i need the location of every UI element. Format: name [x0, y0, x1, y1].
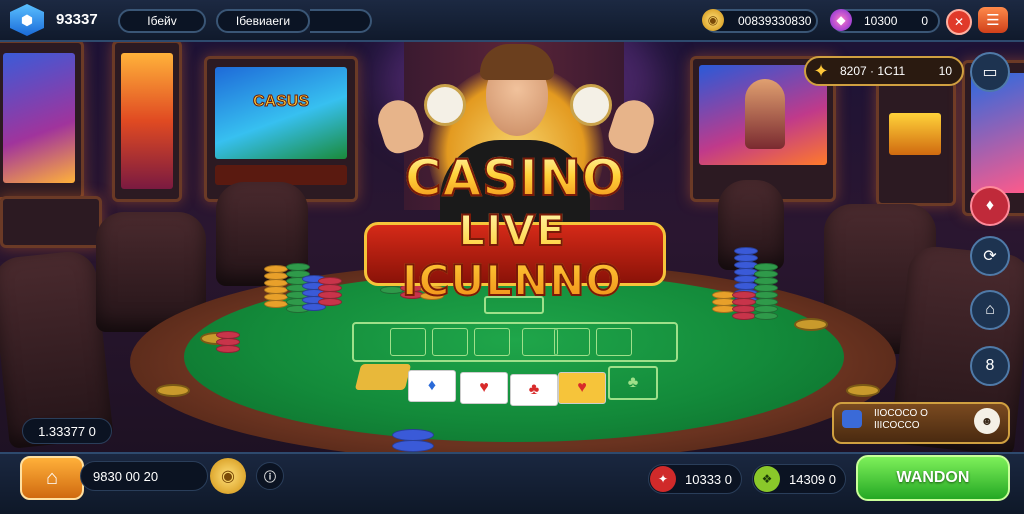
gem-amount: 10300: [864, 14, 898, 28]
playing-card[interactable]: ♦: [408, 370, 456, 402]
home-icon[interactable]: ⌂: [20, 456, 84, 500]
gold-amount: 00839330830: [738, 14, 812, 28]
chips-balance: 9830 00 20: [80, 461, 208, 491]
close-icon[interactable]: ✕: [946, 9, 972, 35]
promo-line-1: IIOCOCO O: [874, 408, 928, 419]
bet-marker: [354, 364, 412, 390]
tab-second[interactable]: Iбевиаеги: [216, 9, 310, 33]
player-level: 93337: [56, 11, 98, 28]
playing-card[interactable]: ♥: [460, 372, 508, 404]
chip-decoration: [570, 84, 612, 126]
chip-stack: [732, 291, 756, 320]
tab-first[interactable]: Iбейv: [118, 9, 206, 33]
coin-icon[interactable]: ◉: [210, 458, 246, 494]
star-icon: ✦: [650, 466, 676, 492]
logo-title: CASINO: [390, 149, 640, 207]
refresh-icon[interactable]: ⟳: [970, 236, 1010, 276]
ranking-icon[interactable]: 8: [970, 346, 1010, 386]
slot-machine-far-right: [876, 80, 956, 206]
menu-icon[interactable]: ☰: [978, 7, 1008, 33]
chip-stack: [754, 263, 778, 306]
chip-stack: [318, 277, 342, 306]
slot-machine-center: CASUS: [204, 56, 358, 202]
bet-cell[interactable]: [432, 328, 468, 356]
left-balance: 1.33377 0: [22, 418, 112, 444]
jackpot-suffix: 10: [938, 64, 952, 78]
chip-stack: [264, 265, 288, 308]
bet-cell[interactable]: [474, 328, 510, 356]
chip-stack: [392, 429, 434, 452]
slot-machine-tall: [112, 40, 182, 202]
bet-cell[interactable]: [596, 328, 632, 356]
screen-icon[interactable]: ▭: [970, 52, 1010, 92]
jackpot-value: 8207 · 1C11: [840, 64, 906, 78]
betting-grid[interactable]: [352, 322, 678, 362]
playing-card[interactable]: ♥: [558, 372, 606, 404]
info-icon[interactable]: ⓘ: [256, 462, 284, 490]
leaf-icon: ❖: [754, 466, 780, 492]
medal-icon: ✦: [813, 60, 829, 81]
tab-spacer: [310, 9, 372, 33]
gem-icon: ◆: [830, 9, 852, 31]
wallet-icon: [842, 410, 862, 428]
avatar[interactable]: ☻: [974, 408, 1000, 434]
slot-machine-left: [0, 40, 84, 200]
chip-decoration: [424, 84, 466, 126]
gem-suffix: 0: [921, 14, 928, 28]
shop-icon[interactable]: ⌂: [970, 290, 1010, 330]
coin-icon: ◉: [702, 9, 724, 31]
cup-holder: [794, 318, 828, 331]
cup-holder: [846, 384, 880, 397]
promo-text: IIOCOCO O IIICOCCO: [874, 408, 928, 432]
bet-cell[interactable]: [554, 328, 590, 356]
cup-holder: [156, 384, 190, 397]
play-button[interactable]: WANDON: [856, 455, 1010, 501]
promo-line-2: IIICOCCO: [874, 420, 920, 431]
playing-card[interactable]: ♣: [510, 374, 558, 406]
slot-console-left: [0, 196, 102, 248]
bet-cell[interactable]: [522, 328, 558, 356]
logo-subtitle: LIVE ICULNNO: [364, 205, 660, 306]
chip-stack: [754, 305, 778, 320]
bet-cell[interactable]: [390, 328, 426, 356]
pin-icon[interactable]: ♦: [970, 186, 1010, 226]
chip-stack: [216, 331, 240, 353]
card-slot[interactable]: ♣: [608, 366, 658, 400]
dealer-hair: [480, 44, 554, 80]
machine-screen-title: CASUS: [252, 93, 309, 111]
